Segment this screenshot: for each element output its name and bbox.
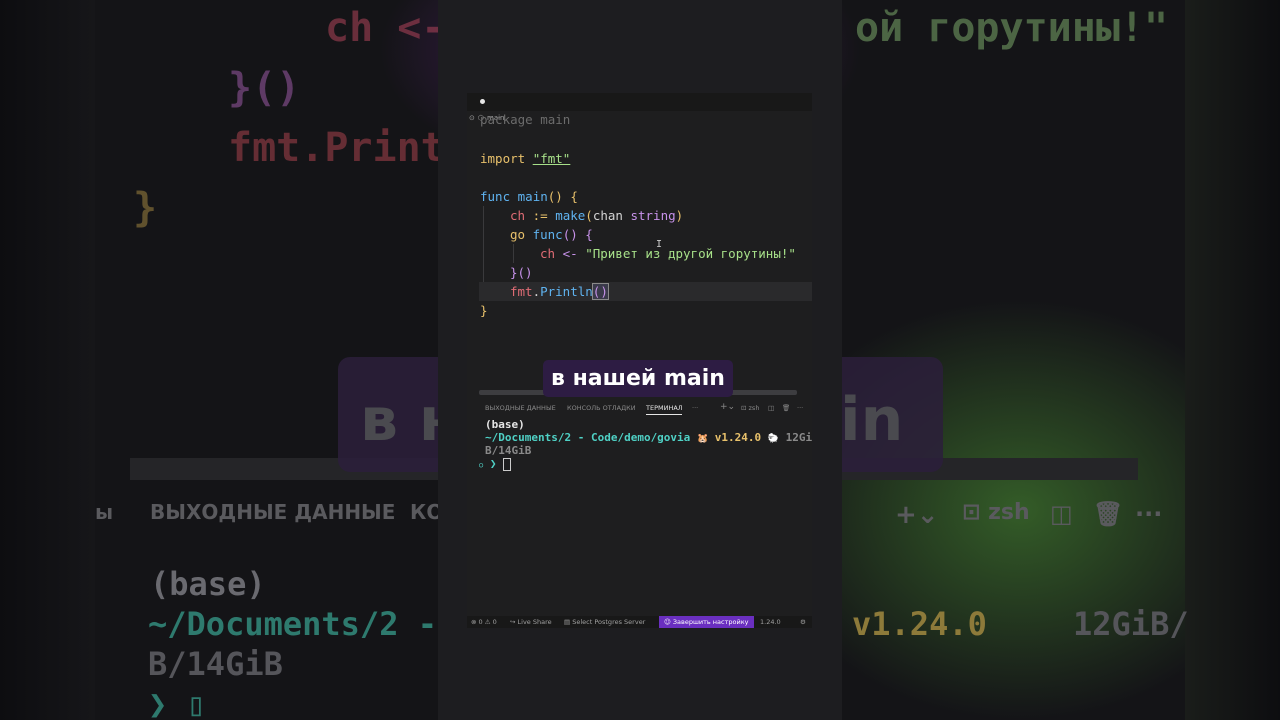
- code-line-go: go func() {: [510, 225, 593, 244]
- code-line-println: fmt.Println(): [510, 282, 609, 301]
- terminal-mem-wrap: B/14GiB: [485, 444, 532, 457]
- setup-label: Завершить настройку: [672, 618, 749, 626]
- problems-indicator[interactable]: ⊗ 0 ⚠ 0: [471, 618, 497, 626]
- shell-label: zsh: [748, 404, 760, 412]
- terminal-env: (base): [485, 418, 525, 431]
- postgres-button[interactable]: ▤ Select Postgres Server: [564, 618, 645, 626]
- bg-code-chan: ch <-: [325, 5, 446, 51]
- bg-tab-output: ВЫХОДНЫЕ ДАННЫЕ: [150, 500, 396, 524]
- terminal-prompt-line: ~/Documents/2 - Code/demo/govia 🐹 v1.24.…: [485, 431, 812, 444]
- tab-debug-console[interactable]: КОНСОЛЬ ОТЛАДКИ: [567, 404, 636, 412]
- more-actions-icon[interactable]: ···: [797, 404, 803, 412]
- indent-guide-inner: [513, 244, 514, 263]
- memory-usage: 12GiB/: [785, 431, 812, 444]
- subtitle-caption: в нашей main: [543, 360, 733, 397]
- text-cursor-icon: I: [656, 239, 663, 250]
- code-line-import: import "fmt": [480, 149, 570, 168]
- terminal[interactable]: (base) ~/Documents/2 - Code/demo/govia 🐹…: [467, 416, 812, 611]
- panel-more-icon[interactable]: ···: [692, 404, 698, 412]
- terminal-shell[interactable]: ⊡ zsh: [741, 404, 759, 412]
- kw-go: go: [510, 227, 526, 242]
- split-terminal-icon[interactable]: ◫: [768, 404, 774, 412]
- panel-tabs: ВЫХОДНЫЕ ДАННЫЕ КОНСОЛЬ ОТЛАДКИ ТЕРМИНАЛ…: [467, 401, 812, 415]
- op-assign: :=: [532, 208, 548, 223]
- code-line-close-brace: }: [480, 303, 488, 318]
- code-line-func-main: func main() {: [480, 187, 578, 206]
- parens-brace: () {: [547, 189, 578, 204]
- bg-term-version: v1.24.0: [852, 605, 987, 643]
- dot: .: [532, 284, 541, 299]
- fn-main: main: [517, 189, 548, 204]
- unsaved-dot-icon: [480, 99, 485, 104]
- var-ch: ch: [510, 208, 526, 223]
- code-editor[interactable]: package main import "fmt" func main() { …: [467, 112, 812, 394]
- liveshare-button[interactable]: ↪ Live Share: [510, 618, 552, 626]
- tab-output[interactable]: ВЫХОДНЫЕ ДАННЫЕ: [485, 404, 556, 412]
- left-shade: [0, 0, 95, 720]
- kw-import: import: [480, 151, 526, 166]
- paren-open: (: [585, 208, 593, 223]
- code-line-closure-end: }(): [510, 265, 533, 280]
- fn-make: make: [555, 208, 586, 223]
- bg-caption-right: in: [840, 385, 904, 455]
- right-shade: [1185, 0, 1280, 720]
- terminal-path: ~/Documents/2 - Code/demo/govia: [485, 431, 691, 444]
- op-send: <-: [562, 246, 578, 261]
- setup-button[interactable]: ☺ Завершить настройку: [664, 618, 749, 626]
- kw-func-lit: func: [532, 227, 563, 242]
- bg-code-println: fmt.Printl: [228, 125, 469, 171]
- gopher-icon: 🐹: [696, 434, 709, 444]
- bg-shell-label: zsh: [988, 500, 1030, 525]
- bg-term-env: (base): [150, 565, 266, 603]
- bg-code-brace: }: [133, 185, 158, 231]
- str-greeting: "Привет из другой горутины!": [585, 246, 796, 261]
- active-tab-indicator: [646, 414, 682, 415]
- bg-trash-icon: 🗑: [1093, 500, 1124, 528]
- circle-icon: ○: [479, 461, 484, 469]
- fn-println: Println: [540, 284, 593, 299]
- prompt-chevron: ❯: [489, 457, 497, 470]
- new-terminal-icon[interactable]: +⌄: [720, 402, 735, 412]
- pkg-fmt: fmt: [510, 284, 533, 299]
- title-bar: [467, 93, 812, 111]
- bg-plus-icon: +⌄: [895, 500, 939, 530]
- bg-term-mem: 12GiB/: [1073, 605, 1189, 643]
- go-version: v1.24.0: [714, 431, 762, 444]
- kw-func: func: [480, 189, 511, 204]
- type-string: string: [630, 208, 676, 223]
- bg-term-path: ~/Documents/2 -: [148, 605, 437, 643]
- terminal-input-line[interactable]: ○ ❯: [479, 457, 512, 471]
- code-line-package: package main: [480, 112, 571, 127]
- bg-tab-1: ы: [95, 500, 114, 524]
- parens-cursor[interactable]: (): [591, 283, 609, 300]
- bg-code-closure: }(): [228, 65, 301, 111]
- status-bar: ⊗ 0 ⚠ 0 ↪ Live Share ▤ Select Postgres S…: [467, 616, 812, 628]
- bg-term-prompt: ❯ ▯: [148, 685, 206, 720]
- ram-icon: 🐑: [767, 434, 779, 444]
- bg-shell: ⊡ zsh: [962, 500, 1030, 525]
- code-line-make: ch := make(chan string): [510, 206, 683, 225]
- notifications-icon[interactable]: ⚙: [800, 618, 806, 626]
- bg-more-icon: ···: [1135, 500, 1163, 528]
- kw-chan: chan: [592, 208, 623, 223]
- str-fmt: "fmt": [532, 151, 571, 166]
- trash-icon[interactable]: 🗑: [782, 404, 790, 412]
- paren-close: ): [675, 208, 684, 223]
- go-version-status[interactable]: 1.24.0: [760, 618, 781, 626]
- bg-code-string: ой горутины!": [855, 5, 1169, 51]
- liveshare-label: Live Share: [517, 618, 552, 626]
- bg-term-mem2: B/14GiB: [148, 645, 283, 683]
- closure-open: () {: [562, 227, 593, 242]
- postgres-label: Select Postgres Server: [572, 618, 646, 626]
- bg-split-icon: ◫: [1050, 500, 1073, 528]
- tab-terminal[interactable]: ТЕРМИНАЛ: [646, 404, 683, 412]
- var-ch-send: ch: [540, 246, 556, 261]
- code-line-send: ch <- "Привет из другой горутины!": [540, 244, 796, 263]
- terminal-cursor: [503, 457, 512, 471]
